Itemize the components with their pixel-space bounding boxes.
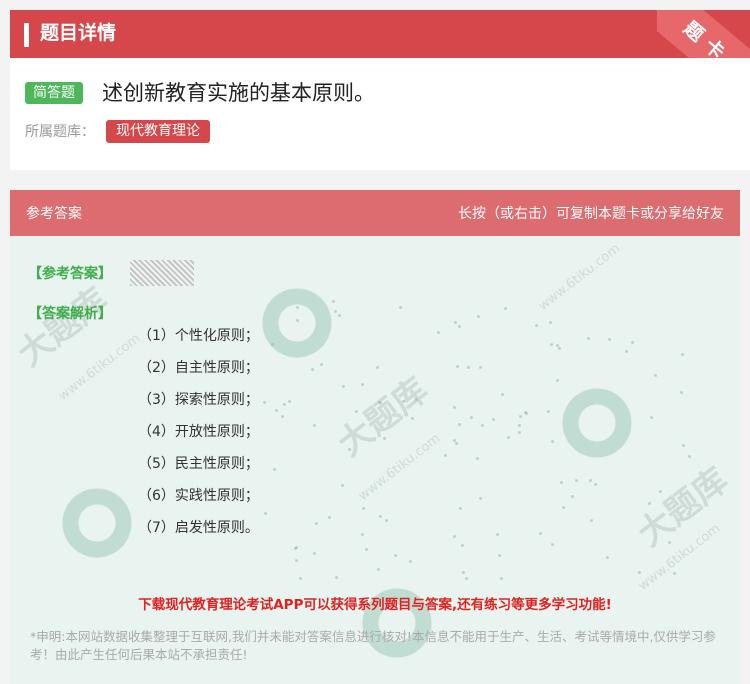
watermark-logo-icon: [262, 288, 332, 358]
watermark-text: 大题库: [10, 280, 116, 375]
list-item: （6）实践性原则；: [138, 488, 259, 504]
list-item: （1）个性化原则；: [138, 328, 259, 344]
watermark-text: 大题库: [330, 370, 436, 465]
analysis-label: 【答案解析】: [28, 306, 112, 322]
watermark-url: www.6tiku.com: [55, 331, 144, 404]
list-item: （7）启发性原则。: [138, 520, 259, 536]
library-label: 所属题库：: [25, 124, 95, 140]
watermark-url: www.6tiku.com: [535, 241, 624, 314]
disclaimer-text: *申明:本网站数据收集整理于互联网,我们并未能对答案信息进行核对!本信息不能用于…: [30, 629, 716, 662]
watermark-logo-icon: [562, 388, 632, 458]
answer-header-hint: 长按（或右击）可复制本题卡或分享给好友: [458, 206, 724, 222]
header-accent-bar: [24, 23, 29, 47]
question-type-tag: 简答题: [25, 82, 83, 104]
answer-header-title: 参考答案: [26, 206, 82, 222]
page-header: 题目详情 题卡: [10, 10, 750, 70]
question-card: 简答题 述创新教育实施的基本原则。 所属题库： 现代教育理论: [10, 58, 750, 170]
blurred-answer-image: [130, 260, 194, 286]
page-title: 题目详情: [40, 22, 117, 44]
watermark-url: www.6tiku.com: [635, 521, 724, 594]
library-tag[interactable]: 现代教育理论: [106, 120, 210, 143]
answer-header: 参考答案 长按（或右击）可复制本题卡或分享给好友: [10, 190, 740, 236]
watermark-logo-icon: [62, 488, 132, 558]
reference-answer-label: 【参考答案】: [28, 266, 112, 282]
watermark-url: www.6tiku.com: [355, 431, 444, 504]
list-item: （2）自主性原则；: [138, 360, 259, 376]
question-text: 述创新教育实施的基本原则。: [102, 81, 375, 105]
list-item: （3）探索性原则；: [138, 392, 259, 408]
list-item: （4）开放性原则；: [138, 424, 259, 440]
download-promo-link[interactable]: 下载现代教育理论考试APP可以获得系列题目与答案,还有练习等更多学习功能!: [10, 593, 740, 613]
answer-card: 大题库 大题库 大题库 www.6tiku.com www.6tiku.com …: [10, 190, 740, 684]
list-item: （5）民主性原则；: [138, 456, 259, 472]
watermark-text: 大题库: [630, 460, 736, 555]
analysis-list: （1）个性化原则； （2）自主性原则； （3）探索性原则； （4）开放性原则； …: [138, 320, 259, 544]
